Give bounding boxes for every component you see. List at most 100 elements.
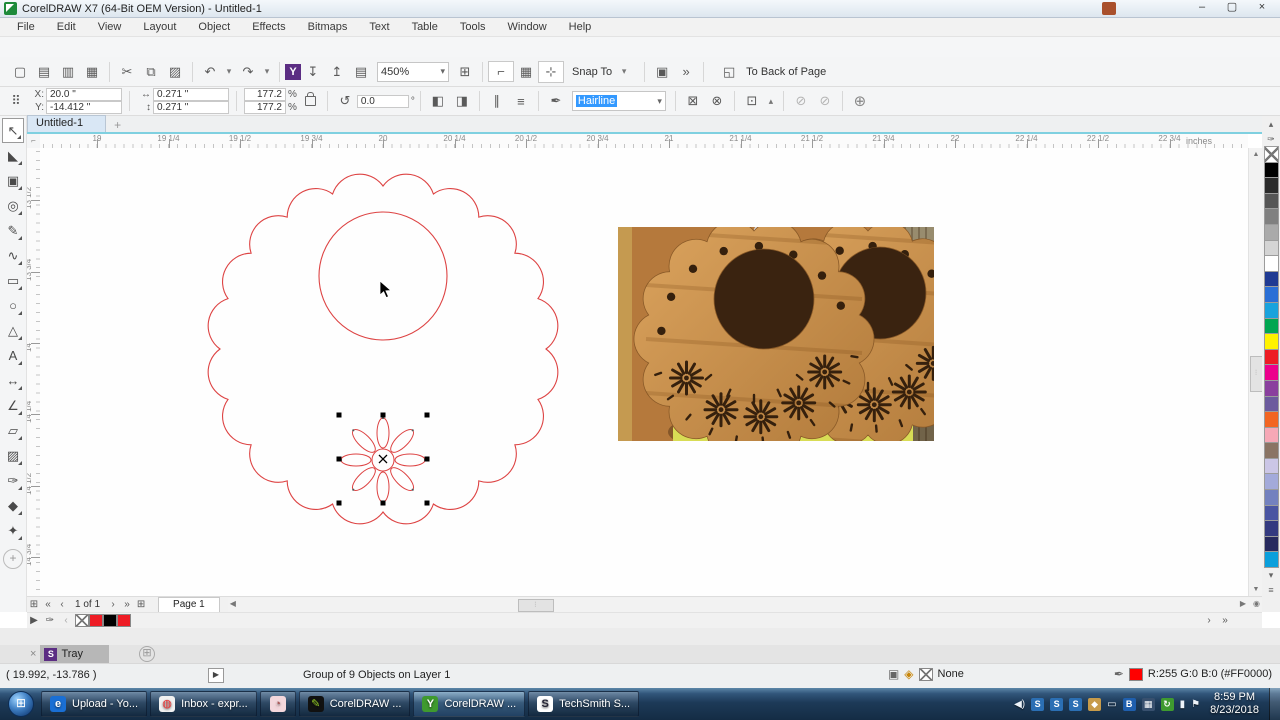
menu-layout[interactable]: Layout (132, 19, 187, 35)
taskbar-clock[interactable]: 8:59 PM 8/23/2018 (1210, 691, 1259, 717)
selection-handle[interactable] (425, 501, 430, 506)
bluetooth-icon[interactable]: B (1123, 698, 1136, 711)
object-height-field[interactable]: 0.271 " (153, 101, 229, 114)
palette-swatch[interactable] (1264, 520, 1279, 537)
undo-dropdown-icon[interactable]: ▾ (222, 64, 236, 79)
palette-swatch[interactable] (1264, 458, 1279, 475)
selection-handle[interactable] (337, 457, 342, 462)
palette-swatch[interactable] (1264, 473, 1279, 490)
menu-table[interactable]: Table (401, 19, 449, 35)
start-button[interactable]: ⊞ (4, 691, 38, 717)
menu-view[interactable]: View (87, 19, 133, 35)
options-icon[interactable]: ▣ (650, 62, 674, 82)
minimize-button[interactable]: – (1188, 1, 1216, 16)
doc-palette-swatch[interactable] (117, 614, 131, 627)
drop-shadow-tool[interactable]: ▱ (2, 418, 24, 443)
document-tab[interactable]: Untitled-1 (27, 115, 106, 132)
horizontal-scrollbar[interactable]: ◀ ⫶ ▶ ◉ (228, 598, 1262, 612)
flower-shape[interactable] (340, 417, 426, 503)
palette-swatch[interactable] (1264, 489, 1279, 506)
palette-swatch[interactable] (1264, 193, 1279, 210)
fullscreen-preview-icon[interactable]: ⊞ (453, 62, 477, 82)
new-icon[interactable]: ▢ (8, 62, 32, 82)
palette-scroll-down-icon[interactable]: ▾ (1263, 568, 1279, 583)
document-properties-icon[interactable]: ▣ (888, 667, 899, 681)
mirror-horizontal-icon[interactable]: ◧ (426, 91, 450, 111)
remove-fill-icon[interactable]: ⊠ (681, 91, 705, 111)
copy-icon[interactable]: ⧉ (139, 62, 163, 82)
ellipse-tool[interactable]: ○ (2, 293, 24, 318)
app-s1-icon[interactable]: S (1031, 698, 1044, 711)
maximize-button[interactable]: ▢ (1218, 1, 1246, 16)
outline-width-dropdown-icon[interactable]: ▾ (657, 96, 662, 107)
doc-palette-swatch[interactable] (89, 614, 103, 627)
cut-icon[interactable]: ✂ (115, 62, 139, 82)
palette-swatch[interactable] (1264, 380, 1279, 397)
flower-petal[interactable] (377, 472, 389, 502)
menu-window[interactable]: Window (497, 19, 558, 35)
rectangle-tool[interactable]: ▭ (2, 268, 24, 293)
save-icon[interactable]: ▥ (56, 62, 80, 82)
zoom-tool[interactable]: ◎ (2, 193, 24, 218)
doc-palette-swatch[interactable] (75, 614, 89, 627)
selection-handle[interactable] (337, 413, 342, 418)
doc-palette-scroll-right-icon[interactable]: › (1202, 615, 1216, 626)
doc-palette-scroll-left-icon[interactable]: ‹ (59, 615, 73, 626)
menu-bitmaps[interactable]: Bitmaps (297, 19, 359, 35)
artistic-media-tool[interactable]: ∿ (2, 243, 24, 268)
palette-swatch[interactable] (1264, 162, 1279, 179)
next-page-icon[interactable]: › (106, 599, 120, 610)
show-desktop-button[interactable] (1269, 688, 1280, 720)
snap-toggle-icon[interactable]: ⊹ (538, 61, 564, 83)
sync-icon[interactable]: ↻ (1161, 698, 1174, 711)
export-icon[interactable]: ↥ (325, 62, 349, 82)
selection-handle[interactable] (425, 457, 430, 462)
scalloped-design-group[interactable] (208, 174, 558, 524)
display-icon[interactable]: ▭ (1107, 699, 1116, 710)
palette-swatch[interactable] (1264, 271, 1279, 288)
open-icon[interactable]: ▤ (32, 62, 56, 82)
palette-scroll-up-icon[interactable]: ▴ (1263, 117, 1279, 132)
pick-tool[interactable]: ↖ (2, 118, 24, 143)
palette-swatch[interactable] (1264, 551, 1279, 568)
network-icon[interactable]: ▦ (1142, 698, 1155, 711)
volume-icon[interactable]: ◀) (1014, 699, 1025, 710)
undo-icon[interactable]: ↶ (198, 62, 222, 82)
print-icon[interactable]: ▦ (80, 62, 104, 82)
align-icon[interactable]: ≡ (509, 92, 533, 111)
transparency-tool[interactable]: ▨ (2, 443, 24, 468)
palette-swatch-none[interactable] (1264, 146, 1279, 163)
text-tool[interactable]: A (2, 343, 24, 368)
doc-palette-expand-icon[interactable]: ▶ (27, 615, 41, 626)
zoom-level-combo[interactable]: 450% ▾ (377, 62, 449, 82)
connector-tool[interactable]: ∠ (2, 393, 24, 418)
object-y-field[interactable]: -14.412 " (46, 101, 122, 114)
menu-tools[interactable]: Tools (449, 19, 497, 35)
toolbox-customize-button[interactable]: + (3, 549, 23, 569)
palette-swatch[interactable] (1264, 240, 1279, 257)
toolbar-overflow-icon[interactable]: » (674, 62, 698, 81)
menu-text[interactable]: Text (358, 19, 400, 35)
taskbar-button-ie[interactable]: eUpload - Yo... (41, 691, 147, 717)
scroll-down-icon[interactable]: ▼ (1249, 583, 1263, 596)
scroll-right-icon[interactable]: ▶ (1240, 599, 1246, 608)
mirror-vertical-icon[interactable]: ◨ (450, 91, 474, 111)
navigator-icon[interactable]: ◉ (1253, 599, 1260, 608)
add-page-end-icon[interactable]: ⊞ (134, 599, 148, 610)
palette-swatch[interactable] (1264, 255, 1279, 272)
add-page-icon[interactable]: ⊞ (27, 599, 41, 610)
palette-swatch[interactable] (1264, 442, 1279, 459)
remove-outline-icon[interactable]: ⊗ (705, 91, 729, 111)
smart-fill-tool[interactable]: ✦ (2, 518, 24, 543)
previous-page-icon[interactable]: ‹ (55, 599, 69, 610)
corel-connect-icon[interactable]: Y (285, 64, 301, 80)
page-tab[interactable]: Page 1 (158, 597, 220, 612)
zoom-dropdown-icon[interactable]: ▾ (440, 66, 445, 77)
doc-palette-eyedropper-icon[interactable]: ✑ (43, 615, 57, 626)
palette-swatch[interactable] (1264, 302, 1279, 319)
paste-icon[interactable]: ▨ (163, 62, 187, 82)
rotation-angle-field[interactable]: 0.0 (357, 95, 409, 108)
drawing-canvas[interactable] (40, 148, 1248, 596)
text-wrap-icon[interactable]: ⊡ (740, 91, 764, 111)
palette-swatch[interactable] (1264, 177, 1279, 194)
